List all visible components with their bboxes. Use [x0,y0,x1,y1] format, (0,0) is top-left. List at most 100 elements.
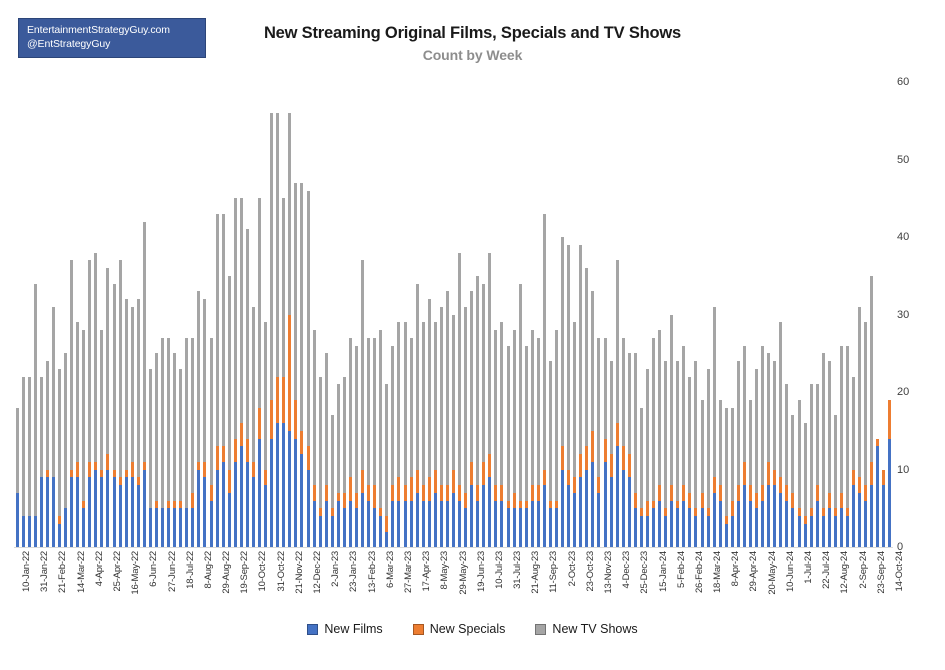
bar-column [488,252,492,547]
bar-segment [585,469,589,547]
bar-segment [45,477,49,547]
bar-column [318,376,322,547]
bar-segment [488,252,492,454]
bar-segment [124,477,128,547]
bar-segment [106,454,110,470]
bar-segment [603,461,607,547]
bar-column [609,361,613,547]
legend-item[interactable]: New Specials [412,622,505,636]
bar-column [512,330,516,547]
bar-segment [452,469,455,493]
bar-segment [470,291,474,462]
bar-column [676,361,680,547]
x-axis-tick-label: 14-Oct-24 [893,551,905,592]
bar-column [209,337,213,547]
bar-column [858,306,862,547]
bar-segment [15,492,19,547]
x-axis-tick-label: 18-Jul-22 [184,551,196,589]
bar-segment [130,306,134,462]
bar-column [688,376,692,547]
bar-segment [888,399,892,439]
bar-column [76,322,80,547]
bar-segment [294,438,298,547]
x-axis-tick-label: 12-Aug-24 [839,551,851,594]
bar-segment [94,252,98,462]
bar-segment [148,508,152,547]
bar-column [864,322,868,547]
bar-column [742,345,746,547]
bar-segment [373,485,377,509]
bar-column [749,399,753,547]
bar-segment [827,508,831,547]
bar-segment [330,516,334,547]
x-axis-tick-label: 2-Sep-24 [857,551,869,589]
bar-column [348,337,352,547]
bar-segment [464,492,468,509]
bar-column [294,182,298,547]
bar-segment [397,477,401,501]
bar-segment [118,260,122,478]
y-axis-tick-label: 20 [897,386,910,398]
bar-segment [227,492,231,547]
bar-segment [555,330,559,501]
bar-column [330,415,334,547]
bar-segment [579,244,583,454]
bar-column [185,337,189,547]
bar-segment [245,461,249,547]
bar-segment [809,516,813,547]
bar-segment [336,492,340,501]
bar-column [124,299,128,547]
bar-segment [179,500,183,509]
x-axis-tick-label: 23-Oct-23 [584,551,596,592]
x-axis-tick-label: 29-May-23 [457,551,469,595]
bar-column [852,376,856,547]
bar-segment [688,376,692,493]
x-axis-tick-label: 10-Jan-22 [21,551,33,592]
bar-segment [336,500,340,547]
bar-column [603,337,607,547]
bar-segment [251,477,255,547]
bar-segment [136,485,140,547]
bar-column [239,198,243,547]
bar-segment [245,229,249,439]
bar-segment [548,500,552,509]
bar-segment [445,500,449,547]
bar-column [639,407,643,547]
bar-segment [179,368,183,501]
bar-segment [500,500,504,547]
bar-segment [488,477,492,547]
bar-segment [239,423,243,447]
bar-segment [809,508,813,516]
bar-segment [324,485,328,501]
bar-segment [870,485,874,547]
bar-segment [215,446,219,470]
bar-segment [470,461,474,485]
bar-segment [258,198,261,408]
y-axis-tick-label: 50 [897,153,910,166]
x-axis-tick-label: 31-Oct-22 [275,551,287,592]
bar-segment [749,399,753,485]
bar-segment [324,353,328,485]
legend-item[interactable]: New TV Shows [535,622,638,636]
bar-segment [815,500,819,547]
x-axis-tick-label: 1-Jul-24 [803,551,815,584]
bar-segment [706,516,710,547]
bar-segment [676,361,680,501]
bar-segment [821,353,825,509]
bar-segment [627,477,631,547]
bar-segment [621,446,625,470]
bar-segment [136,299,140,478]
bar-segment [221,213,225,447]
bar-segment [15,407,19,493]
bar-segment [597,492,601,547]
bar-segment [573,477,577,493]
bar-segment [154,353,158,501]
bar-series-group [14,82,893,547]
bar-column [367,337,371,547]
bar-segment [876,438,880,447]
bar-segment [209,500,213,547]
legend-item[interactable]: New Films [307,622,383,636]
bar-segment [700,492,704,509]
bar-segment [555,500,559,509]
bar-segment [706,508,710,516]
